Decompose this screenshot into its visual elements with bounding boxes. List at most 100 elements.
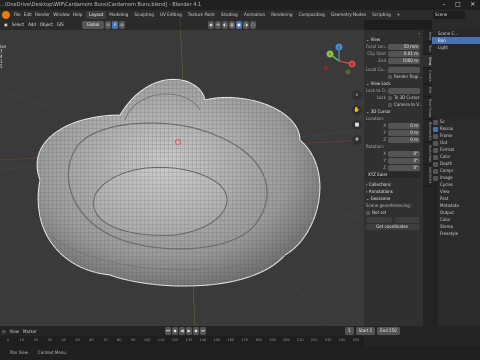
menu-edit[interactable]: Edit — [22, 10, 33, 20]
tab-geometry-nodes[interactable]: Geometry Nodes — [328, 11, 369, 19]
tool-props-icon[interactable] — [432, 120, 438, 125]
maximize-button[interactable]: □ — [455, 0, 461, 10]
end-frame-field[interactable]: End 250 — [377, 327, 400, 335]
scene-selector[interactable]: Scene — [433, 11, 465, 19]
props-item[interactable]: View — [439, 188, 480, 195]
tab-real-snow[interactable]: Real Snow — [423, 97, 432, 120]
play-icon[interactable]: ▶ — [186, 327, 192, 335]
tab-texture-paint[interactable]: Texture Paint — [185, 11, 218, 19]
clip-start-field[interactable]: 0.01 m — [388, 50, 420, 57]
cursor-rotation-y[interactable]: 0° — [388, 157, 420, 164]
snap-icon[interactable]: ⚲ — [112, 21, 118, 29]
render-region-checkbox[interactable] — [388, 74, 392, 79]
add-workspace-icon[interactable]: + — [394, 11, 404, 19]
camera-to-view-checkbox[interactable] — [388, 102, 392, 107]
lock-to-object-field[interactable] — [388, 87, 420, 94]
start-frame-field[interactable]: Start 1 — [355, 327, 376, 335]
next-keyframe-icon[interactable]: ◆ — [193, 327, 199, 335]
play-reverse-icon[interactable]: ◀ — [179, 327, 185, 335]
xray-icon[interactable]: ▥ — [229, 21, 235, 29]
menu-select[interactable]: Select — [10, 20, 26, 30]
scene-props-icon[interactable] — [432, 148, 438, 153]
navigation-gizmo[interactable]: X Y Z — [320, 42, 358, 80]
tab-tool[interactable]: Tool — [423, 43, 432, 55]
view-layer-props-icon[interactable] — [432, 141, 438, 146]
props-item[interactable]: Freestyle — [439, 230, 480, 237]
rendered-shading-icon[interactable]: ○ — [250, 21, 256, 29]
props-item[interactable]: Format — [439, 146, 480, 153]
world-props-icon[interactable] — [432, 155, 438, 160]
proportional-edit-icon[interactable]: ◎ — [119, 21, 125, 29]
menu-file[interactable]: File — [12, 10, 22, 20]
props-item[interactable]: Out — [439, 139, 480, 146]
menu-render[interactable]: Render — [34, 10, 52, 20]
visibility-icon[interactable]: ◉ — [208, 21, 214, 29]
outliner-item-bun[interactable]: Bun — [432, 37, 480, 44]
tab-sketchfab[interactable]: Sketchfab — [423, 143, 432, 166]
geoscene-button-a[interactable] — [366, 216, 392, 223]
tab-layout[interactable]: Layout — [86, 11, 107, 19]
render-props-icon[interactable] — [432, 127, 438, 132]
view-lock-header[interactable]: ⌄ View Lock — [364, 80, 423, 87]
tab-animation[interactable]: Animation — [241, 11, 268, 19]
tab-uv-editing[interactable]: UV Editing — [157, 11, 185, 19]
view-panel-header[interactable]: ⌄ View — [364, 36, 423, 43]
gizmo-icon[interactable]: ✣ — [215, 21, 221, 29]
tab-blenderkit[interactable]: BlenderKit — [423, 120, 432, 143]
cursor-location-x[interactable]: 0 m — [388, 122, 420, 129]
tab-modeling[interactable]: Modeling — [106, 11, 131, 19]
bun-mesh[interactable] — [36, 78, 321, 287]
props-item[interactable]: Image — [439, 174, 480, 181]
props-item[interactable]: Frame — [439, 132, 480, 139]
props-item[interactable]: Stereo — [439, 223, 480, 230]
props-item[interactable]: Depth — [439, 160, 480, 167]
tab-item[interactable]: Item — [423, 30, 432, 43]
outliner-item[interactable]: Scene C... — [432, 30, 480, 37]
cursor-location-z[interactable]: 0 m — [388, 136, 420, 143]
props-item[interactable]: Output — [439, 209, 480, 216]
props-item[interactable]: Compr — [439, 167, 480, 174]
blender-logo-icon[interactable] — [2, 11, 10, 19]
3d-cursor-header[interactable]: ⌄ 3D Cursor — [364, 108, 423, 115]
geoscene-header[interactable]: ⌄ Geoscene — [364, 195, 423, 202]
solid-shading-icon[interactable]: ● — [236, 21, 242, 29]
tab-scripting[interactable]: Scripting — [369, 11, 394, 19]
tab-sculpting[interactable]: Sculpting — [131, 11, 157, 19]
minimize-button[interactable]: – — [443, 0, 446, 10]
grid-icon[interactable]: # — [352, 135, 362, 145]
transform-orientation-select[interactable]: Global — [82, 21, 104, 29]
modifier-props-icon[interactable] — [432, 169, 438, 174]
object-props-icon[interactable] — [432, 162, 438, 167]
props-item[interactable]: Color — [439, 216, 480, 223]
tab-shading[interactable]: Shading — [218, 11, 241, 19]
menu-view[interactable]: View — [8, 329, 22, 334]
cursor-rotation-x[interactable]: 0° — [388, 150, 420, 157]
geoscene-button-b[interactable] — [394, 216, 420, 223]
cursor-rotation-z[interactable]: 0° — [388, 164, 420, 171]
get-coordinates-button[interactable]: Get coordinates — [366, 223, 420, 230]
tab-compositing[interactable]: Compositing — [296, 11, 328, 19]
props-item[interactable]: Metadata — [439, 202, 480, 209]
overlay-icon[interactable]: ◐ — [222, 21, 228, 29]
menu-object[interactable]: Object — [38, 20, 55, 30]
outliner-item-light[interactable]: Light — [432, 44, 480, 51]
timeline-editor-icon[interactable]: ◷ — [0, 329, 8, 334]
hand-icon[interactable]: ✋ — [352, 105, 362, 115]
collections-header[interactable]: › Collections — [364, 181, 423, 188]
props-item[interactable]: Cycles — [439, 181, 480, 188]
props-item[interactable]: Sc — [439, 118, 480, 125]
3d-viewport[interactable]: ▣ Select Add Object GIS Global ⊙ ⚲ ◎ ◉ ✣… — [0, 20, 364, 326]
menu-marker[interactable]: Marker — [21, 329, 39, 334]
menu-gis[interactable]: GIS — [55, 20, 66, 30]
timeline-ruler[interactable]: 0 10 20 30 40 50 60 70 80 90 100 110 120 130 140 150 160… — [0, 336, 364, 346]
annotations-header[interactable]: › Annotations — [364, 188, 423, 195]
close-button[interactable]: ✕ — [470, 0, 475, 10]
output-props-icon[interactable] — [432, 134, 438, 139]
menu-window[interactable]: Window — [52, 10, 72, 20]
zoom-icon[interactable]: ⌕ — [352, 90, 362, 100]
jump-end-icon[interactable]: ⏭ — [200, 327, 206, 335]
cursor-location-y[interactable]: 0 m — [388, 129, 420, 136]
jump-start-icon[interactable]: ⏮ — [165, 327, 171, 335]
view-mode-icon[interactable]: ▣ — [2, 20, 10, 30]
focal-length-field[interactable]: 50 mm — [388, 43, 420, 50]
